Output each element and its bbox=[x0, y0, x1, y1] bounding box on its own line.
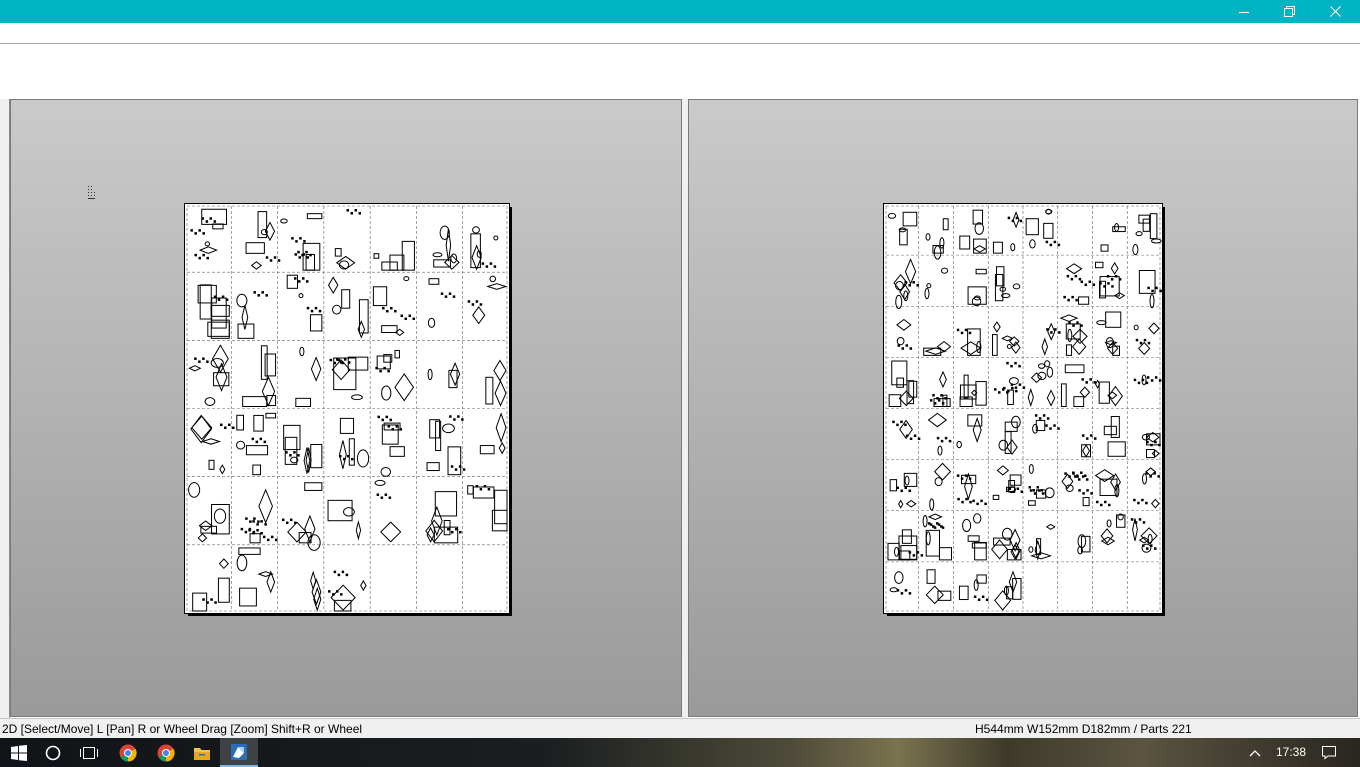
cortana-search-icon bbox=[45, 745, 61, 760]
page-grid bbox=[186, 205, 508, 612]
left-pattern-sheet[interactable] bbox=[184, 203, 510, 614]
pattern-parts bbox=[188, 208, 508, 612]
pattern-parts bbox=[887, 208, 1162, 611]
right-sheet-drawing bbox=[885, 205, 1162, 612]
cortana-button[interactable] bbox=[34, 738, 72, 767]
left-2d-view[interactable] bbox=[10, 99, 682, 717]
page-grid bbox=[885, 205, 1161, 612]
pepakura-icon bbox=[231, 743, 247, 760]
file-explorer-button[interactable] bbox=[183, 738, 221, 767]
notification-icon bbox=[1322, 746, 1336, 760]
close-icon bbox=[1329, 6, 1341, 17]
left-edge-strip bbox=[0, 99, 10, 718]
toolbar bbox=[0, 44, 1360, 99]
windows-taskbar: 17:38 bbox=[0, 738, 1360, 767]
workspace bbox=[0, 99, 1360, 718]
menu-bar bbox=[0, 23, 1360, 44]
left-sheet-drawing bbox=[186, 205, 508, 612]
status-hint: 2D [Select/Move] L [Pan] R or Wheel Drag… bbox=[2, 722, 363, 736]
action-center-button[interactable] bbox=[1312, 738, 1346, 767]
file-explorer-icon bbox=[194, 747, 210, 760]
taskbar-clock[interactable]: 17:38 bbox=[1276, 745, 1306, 759]
pepakura-taskbar-button[interactable] bbox=[220, 738, 258, 767]
minimize-button[interactable] bbox=[1221, 0, 1267, 23]
status-model-info: H544mm W152mm D182mm / Parts 221 bbox=[975, 722, 1192, 736]
task-view-icon bbox=[80, 746, 98, 759]
chrome-icon bbox=[119, 744, 137, 762]
chrome-icon bbox=[157, 744, 175, 762]
show-hidden-icons-button[interactable] bbox=[1238, 738, 1272, 767]
restore-button[interactable] bbox=[1266, 0, 1312, 23]
chrome-taskbar-button[interactable] bbox=[109, 738, 147, 767]
close-button[interactable] bbox=[1312, 0, 1358, 23]
cursor-marker-icon bbox=[88, 186, 95, 199]
start-button[interactable] bbox=[0, 738, 38, 767]
windows-start-icon bbox=[11, 744, 27, 761]
chrome-taskbar-button-2[interactable] bbox=[147, 738, 185, 767]
restore-icon bbox=[1283, 6, 1295, 17]
show-hidden-icons-icon bbox=[1249, 749, 1261, 756]
right-pattern-sheet[interactable] bbox=[883, 203, 1163, 614]
status-bar: 2D [Select/Move] L [Pan] R or Wheel Drag… bbox=[0, 718, 1360, 739]
title-bar bbox=[0, 0, 1360, 23]
minimize-icon bbox=[1239, 11, 1249, 13]
task-view-button[interactable] bbox=[70, 738, 108, 767]
right-2d-view[interactable] bbox=[688, 99, 1358, 717]
